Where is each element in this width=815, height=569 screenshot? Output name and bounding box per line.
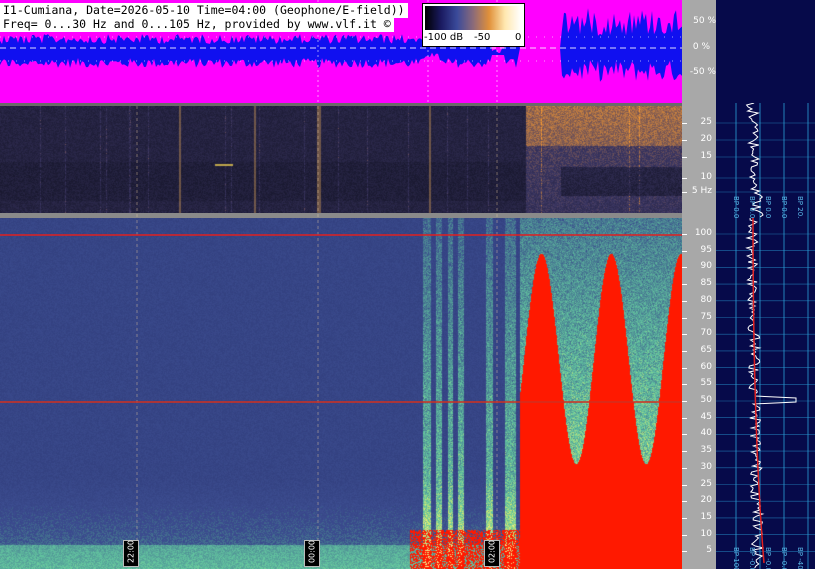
spectrum-label: BP 0.00 bbox=[764, 196, 772, 218]
colorbar-legend: -100 dB -50 0 bbox=[422, 3, 525, 47]
colorbar-gradient bbox=[425, 6, 521, 30]
freq-tick: 50 bbox=[700, 395, 712, 405]
colorbar-label-min: -100 dB bbox=[424, 32, 464, 43]
amp-tick-50: 50 % bbox=[693, 16, 716, 26]
main-frequency-scale: 100 95 90 85 80 75 70 65 60 55 50 45 40 35 30 25 20 15 10 5 bbox=[682, 218, 716, 569]
freq-tick: 75 bbox=[700, 311, 712, 322]
freq-tick: 60 bbox=[700, 361, 712, 372]
colorbar-label-mid: -50 bbox=[474, 32, 491, 43]
freq-tick: 20 bbox=[700, 495, 712, 506]
vlf-spectrogram-display: I1-Cumiana, Date=2026-05-10 Time=04:00 (… bbox=[0, 0, 815, 569]
freq-tick: 70 bbox=[700, 328, 712, 339]
freq-tick: 20 bbox=[700, 134, 712, 144]
spectrogram-overlay bbox=[0, 106, 682, 569]
spectrum-label: BP -0.0 bbox=[780, 547, 788, 569]
freq-tick: 80 bbox=[700, 294, 712, 305]
time-marker-0200: 02:00 bbox=[484, 540, 500, 567]
freq-tick: 10 bbox=[700, 172, 712, 182]
freq-tick: 5 Hz bbox=[691, 186, 712, 196]
freq-tick: 85 bbox=[700, 278, 712, 289]
amp-tick-minus50: -50 % bbox=[689, 67, 716, 77]
frequency-info: Freq= 0...30 Hz and 0...105 Hz, provided… bbox=[0, 17, 394, 32]
amplitude-side-blank bbox=[716, 0, 815, 103]
spectrum-label: BP 0.00 bbox=[780, 196, 788, 218]
spectrum-label: BP -0.0 bbox=[748, 547, 756, 569]
freq-tick: 65 bbox=[700, 344, 712, 355]
freq-tick: 45 bbox=[700, 411, 712, 422]
spectrum-label: BP 100 bbox=[732, 547, 740, 569]
amplitude-scale: 50 % 0 % -50 % bbox=[682, 0, 716, 103]
spectrum-profile-lower: BP 100 BP -0.0 BP -0.0 BP -0.0 BP -40.0 bbox=[716, 218, 815, 569]
time-marker-2200: 22:00 bbox=[123, 540, 139, 567]
freq-tick: 95 bbox=[700, 244, 712, 255]
freq-tick: 10 bbox=[700, 528, 712, 539]
spectrum-label: BP -0.0 bbox=[764, 547, 772, 569]
colorbar-label-max: 0 bbox=[515, 32, 522, 43]
freq-tick: 55 bbox=[700, 378, 712, 389]
freq-tick: 5 bbox=[706, 545, 712, 556]
amp-tick-0: 0 % bbox=[692, 42, 710, 52]
freq-tick: 25 bbox=[700, 478, 712, 489]
freq-tick: 15 bbox=[700, 511, 712, 522]
freq-tick: 25 bbox=[700, 117, 712, 127]
spectrum-label: BP 0.00 bbox=[748, 196, 756, 218]
station-title: I1-Cumiana, Date=2026-05-10 Time=04:00 (… bbox=[0, 3, 408, 18]
freq-tick: 90 bbox=[700, 261, 712, 272]
freq-tick: 35 bbox=[700, 445, 712, 456]
freq-tick: 40 bbox=[700, 428, 712, 439]
spectrum-profile-upper: BP 0.01 BP 0.00 BP 0.00 BP 0.00 BP 20.0 bbox=[716, 103, 815, 218]
time-marker-0000: 00:00 bbox=[304, 540, 320, 567]
freq-tick: 30 bbox=[700, 461, 712, 472]
low-frequency-scale: 25 20 15 10 5 Hz bbox=[682, 103, 716, 218]
freq-tick: 15 bbox=[700, 151, 712, 161]
freq-tick: 100 bbox=[694, 228, 712, 238]
spectrum-label: BP 0.01 bbox=[732, 196, 740, 218]
spectrum-label: BP -40.0 bbox=[796, 547, 804, 569]
spectrum-label: BP 20.0 bbox=[796, 196, 804, 218]
